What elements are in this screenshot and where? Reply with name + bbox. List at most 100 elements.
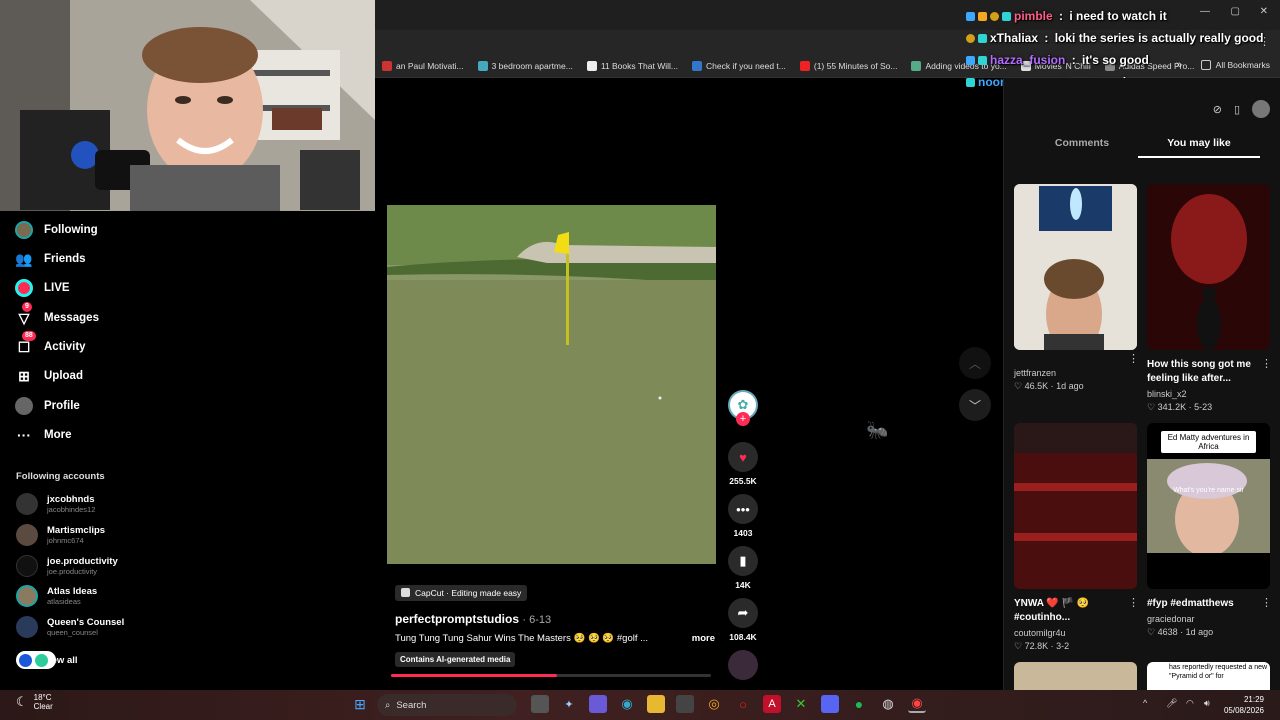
heart-outline-icon: ♡ <box>1147 402 1158 412</box>
moon-icon: ☾ <box>16 694 28 709</box>
thumbnail-image <box>1014 423 1137 589</box>
heart-icon: ♥ <box>728 442 758 472</box>
wifi-icon[interactable]: ◠ <box>1186 698 1194 709</box>
opera-icon[interactable]: ○ <box>734 695 752 713</box>
bookmark-item[interactable]: 11 Books That Will... <box>580 61 685 71</box>
follow-plus-icon[interactable]: + <box>736 412 750 426</box>
recommended-video-card[interactable]: How this song got me feeling like after.… <box>1147 184 1272 413</box>
recommended-video-card-partial[interactable]: has reportedly requested a new "Pyramid … <box>1147 662 1270 690</box>
next-video-button[interactable]: ﹀ <box>959 389 991 421</box>
system-clock[interactable]: 21:29 05/08/2026 <box>1224 694 1264 716</box>
following-account[interactable]: joe.productivity joe.productivity <box>16 555 118 577</box>
thumbnail-caption: What's you're name sir <box>1173 487 1244 494</box>
video-description: Tung Tung Tung Sahur Wins The Masters 🥺 … <box>395 633 715 644</box>
share-arrow-icon: ➦ <box>728 598 758 628</box>
capcut-tag[interactable]: CapCut · Editing made easy <box>395 584 528 601</box>
more-link[interactable]: more <box>692 633 715 644</box>
thumbnail-overlay-text: Ed Matty adventures in Africa <box>1161 431 1256 453</box>
comment-button[interactable]: ••• 1403 <box>726 494 760 538</box>
compass-icon[interactable]: ⊘ <box>1213 103 1222 116</box>
nav-profile[interactable]: Profile <box>14 396 80 416</box>
recommended-video-card-partial[interactable] <box>1014 662 1137 690</box>
chat-badge-icon <box>966 33 975 43</box>
chat-badge-icon <box>966 11 975 21</box>
following-avatar-icon <box>14 220 34 240</box>
following-accounts-title: Following accounts <box>16 471 105 482</box>
messages-icon: ▽ 9 <box>14 302 34 328</box>
chevron-down-icon: ﹀ <box>968 398 981 413</box>
chat-badge-icon <box>978 55 987 65</box>
chrome-icon[interactable]: ◉ <box>908 695 926 713</box>
profile-icon <box>14 396 34 416</box>
bookmark-item[interactable]: 3 bedroom apartme... <box>471 61 580 71</box>
teams-icon[interactable] <box>589 695 607 713</box>
more-options-icon[interactable]: ⋮ <box>1128 352 1139 365</box>
following-account[interactable]: Queen's Counsel queen_counsel <box>16 616 124 638</box>
edge-icon[interactable]: ◉ <box>618 695 636 713</box>
video-info: CapCut · Editing made easy perfectprompt… <box>395 584 715 667</box>
video-player[interactable] <box>387 205 716 564</box>
view-all-button[interactable]: iew all <box>16 651 78 669</box>
nav-live[interactable]: LIVE <box>14 278 70 298</box>
circle-icon <box>35 653 48 667</box>
volume-icon[interactable]: 🔊︎ <box>1204 698 1210 709</box>
chrome-canary-icon[interactable]: ◎ <box>705 695 723 713</box>
creator-avatar-button[interactable]: ✿ + <box>726 390 760 426</box>
following-account[interactable]: jxcobhnds jacobhindes12 <box>16 493 95 515</box>
obs-icon[interactable]: ◍ <box>879 695 897 713</box>
video-thumbnail <box>1014 423 1137 589</box>
windows-start-icon[interactable]: ⊞ <box>351 695 369 713</box>
video-progress-bar[interactable] <box>391 674 711 677</box>
file-explorer-icon[interactable] <box>647 695 665 713</box>
spotify-icon[interactable]: ● <box>850 695 868 713</box>
nav-upload[interactable]: ⊞ Upload <box>14 366 83 386</box>
video-frame <box>387 205 716 564</box>
following-account[interactable]: Atlas Ideas atlasideas <box>16 585 97 607</box>
adobe-icon[interactable]: A <box>763 695 781 713</box>
more-options-icon[interactable]: ⋮ <box>1261 357 1272 370</box>
following-account[interactable]: Martismclips johnmc674 <box>16 524 105 546</box>
nav-friends[interactable]: 👥 Friends <box>14 249 85 269</box>
bookmark-icon <box>382 61 392 71</box>
more-icon: ··· <box>17 427 31 443</box>
more-options-icon[interactable]: ⋮ <box>1128 596 1139 609</box>
bookmark-item[interactable]: an Paul Motivati... <box>375 61 471 71</box>
more-options-icon[interactable]: ⋮ <box>1261 596 1272 609</box>
xbox-icon[interactable]: ✕ <box>792 695 810 713</box>
task-view-icon[interactable] <box>531 695 549 713</box>
phone-icon[interactable]: ▯ <box>1234 103 1240 116</box>
tab-comments[interactable]: Comments <box>1022 137 1142 149</box>
previous-video-button[interactable]: ︿ <box>959 347 991 379</box>
right-panel: ⊘ ▯ Comments You may like ⋮ jettfranzen … <box>1003 78 1280 690</box>
share-button[interactable]: ➦ 108.4K <box>726 598 760 642</box>
taskbar-search[interactable]: ⌕ Search <box>377 694 517 716</box>
recommended-video-card[interactable]: YNWA ❤️ 🏴 🥺 #coutinho... ⋮ coutomilgr4u … <box>1014 423 1139 652</box>
recommended-video-card[interactable]: ⋮ jettfranzen ♡ 46.5K · 1d ago <box>1014 184 1139 392</box>
windows-taskbar: ☾ 18°C Clear ⊞ ⌕ Search ✦ ◉ ◎ ○ A ✕ ● ◍ ◉… <box>0 690 1280 720</box>
nav-following[interactable]: Following <box>14 220 98 240</box>
music-disc-button[interactable] <box>726 650 760 680</box>
recommended-video-card[interactable]: Ed Matty adventures in Africa What's you… <box>1147 423 1272 638</box>
active-tab-indicator <box>1138 156 1260 158</box>
discord-icon[interactable] <box>821 695 839 713</box>
like-button[interactable]: ♥ 255.5K <box>726 442 760 486</box>
save-button[interactable]: ▮ 14K <box>726 546 760 590</box>
bookmark-icon <box>477 61 488 71</box>
nav-messages[interactable]: ▽ 9 Messages <box>14 302 99 328</box>
nav-activity[interactable]: ☐ 88 Activity <box>14 331 86 357</box>
microphone-icon[interactable]: 🎤︎ <box>1166 698 1177 709</box>
user-avatar[interactable] <box>1252 100 1270 118</box>
tray-overflow-icon[interactable]: ^ <box>1143 698 1147 708</box>
chat-badge-icon <box>966 55 975 65</box>
card-stats: ♡ 341.2K · 5-23 <box>1147 402 1213 412</box>
store-icon[interactable] <box>676 695 694 713</box>
weather-widget[interactable]: ☾ 18°C Clear <box>16 693 53 711</box>
tab-you-may-like[interactable]: You may like <box>1139 137 1259 149</box>
nav-more[interactable]: ··· More <box>14 425 71 445</box>
creator-name[interactable]: perfectpromptstudios · 6-13 <box>395 612 715 626</box>
bookmark-item[interactable]: (1) 55 Minutes of So... <box>793 61 905 71</box>
card-stats: ♡ 4638 · 1d ago <box>1147 627 1214 637</box>
bookmark-item[interactable]: Check if you need t... <box>685 61 793 71</box>
copilot-icon[interactable]: ✦ <box>560 695 578 713</box>
ai-generated-tag: Contains AI-generated media <box>395 652 516 667</box>
